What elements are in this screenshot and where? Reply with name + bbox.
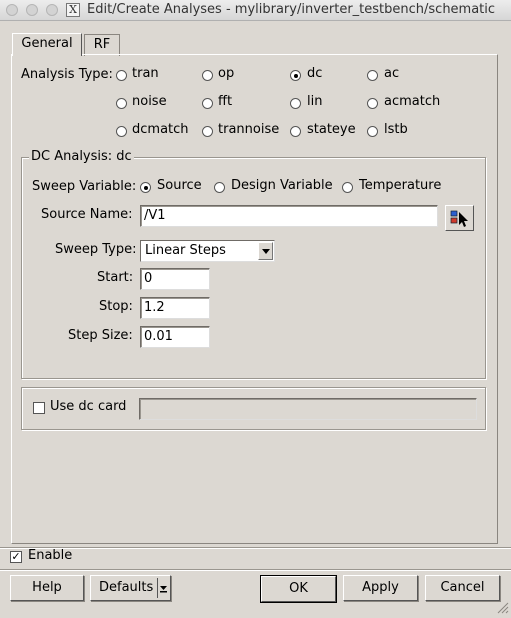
source-name-label: Source Name: bbox=[41, 207, 133, 222]
analysis-type-label: Analysis Type: bbox=[21, 67, 113, 82]
analysis-option-dc: dc bbox=[307, 66, 323, 81]
resize-grip-icon[interactable] bbox=[496, 601, 509, 614]
help-button[interactable]: Help bbox=[10, 575, 84, 601]
analysis-radio-acmatch[interactable] bbox=[367, 98, 378, 109]
analysis-radio-ac[interactable] bbox=[367, 70, 378, 81]
analysis-option-acmatch: acmatch bbox=[384, 94, 441, 109]
analysis-option-fft: fft bbox=[218, 94, 233, 109]
chevron-down-icon bbox=[157, 578, 169, 598]
analysis-radio-tran[interactable] bbox=[116, 70, 127, 81]
analysis-radio-noise[interactable] bbox=[116, 98, 127, 109]
source-name-input[interactable]: /V1 bbox=[140, 205, 438, 227]
apply-button[interactable]: Apply bbox=[343, 575, 418, 601]
sweep-variable-option-design-variable: Design Variable bbox=[231, 178, 333, 193]
analysis-option-trannoise: trannoise bbox=[218, 122, 280, 137]
defaults-label: Defaults bbox=[99, 580, 154, 595]
sweep-type-select[interactable]: Linear Steps bbox=[140, 240, 275, 262]
analysis-radio-dcmatch[interactable] bbox=[116, 126, 127, 137]
analysis-option-lstb: lstb bbox=[384, 122, 408, 137]
analysis-option-stateye: stateye bbox=[307, 122, 356, 137]
analysis-option-tran: tran bbox=[132, 66, 159, 81]
analysis-option-lin: lin bbox=[307, 94, 323, 109]
sweep-variable-label: Sweep Variable: bbox=[32, 179, 137, 194]
sweep-variable-radio-design-variable[interactable] bbox=[214, 182, 225, 193]
analysis-option-dcmatch: dcmatch bbox=[132, 122, 189, 137]
enable-checkbox[interactable]: ✓ bbox=[10, 551, 22, 563]
use-dc-card-checkbox[interactable] bbox=[33, 402, 45, 414]
analysis-option-op: op bbox=[218, 66, 235, 81]
tab-rf-label: RF bbox=[93, 37, 111, 52]
sweep-variable-option-source: Source bbox=[157, 178, 202, 193]
analysis-radio-op[interactable] bbox=[202, 70, 213, 81]
separator bbox=[0, 569, 511, 571]
start-label: Start: bbox=[97, 270, 134, 285]
tab-general-label: General bbox=[21, 36, 73, 51]
cancel-button[interactable]: Cancel bbox=[425, 575, 500, 601]
sweep-variable-radio-source[interactable] bbox=[140, 182, 151, 193]
ok-button[interactable]: OK bbox=[260, 575, 337, 603]
analysis-radio-stateye[interactable] bbox=[290, 126, 301, 137]
stop-label: Stop: bbox=[99, 299, 133, 314]
start-input[interactable]: 0 bbox=[140, 268, 210, 290]
step-size-input[interactable]: 0.01 bbox=[140, 326, 210, 348]
dc-card-input[interactable] bbox=[139, 398, 477, 420]
analysis-radio-lin[interactable] bbox=[290, 98, 301, 109]
stop-input[interactable]: 1.2 bbox=[140, 297, 210, 319]
title-bar: X Edit/Create Analyses - mylibrary/inver… bbox=[0, 0, 511, 21]
tab-rf[interactable]: RF bbox=[84, 34, 120, 56]
sweep-variable-option-temperature: Temperature bbox=[359, 178, 442, 193]
dc-analysis-group-title: DC Analysis: dc bbox=[29, 149, 134, 165]
analysis-option-noise: noise bbox=[132, 94, 167, 109]
x11-app-icon: X bbox=[66, 3, 80, 17]
sweep-type-value: Linear Steps bbox=[145, 243, 226, 258]
window-title: Edit/Create Analyses - mylibrary/inverte… bbox=[87, 2, 496, 17]
analysis-radio-lstb[interactable] bbox=[367, 126, 378, 137]
step-size-label: Step Size: bbox=[68, 328, 133, 343]
check-mark-icon: ✓ bbox=[11, 550, 21, 563]
sweep-variable-radio-temperature[interactable] bbox=[342, 182, 353, 193]
analysis-radio-trannoise[interactable] bbox=[202, 126, 213, 137]
tab-general[interactable]: General bbox=[12, 33, 82, 56]
analysis-radio-fft[interactable] bbox=[202, 98, 213, 109]
minimize-window-button[interactable] bbox=[26, 4, 38, 16]
enable-label: Enable bbox=[28, 548, 73, 563]
separator bbox=[0, 547, 511, 549]
analysis-option-ac: ac bbox=[384, 66, 400, 81]
analysis-radio-dc[interactable] bbox=[290, 70, 301, 81]
sweep-type-label: Sweep Type: bbox=[55, 242, 137, 257]
defaults-button[interactable]: Defaults bbox=[90, 575, 171, 601]
select-source-button[interactable] bbox=[445, 205, 474, 231]
close-window-button[interactable] bbox=[6, 4, 18, 16]
use-dc-card-label: Use dc card bbox=[50, 399, 127, 414]
zoom-window-button[interactable] bbox=[46, 4, 58, 16]
chevron-down-icon bbox=[258, 242, 273, 260]
